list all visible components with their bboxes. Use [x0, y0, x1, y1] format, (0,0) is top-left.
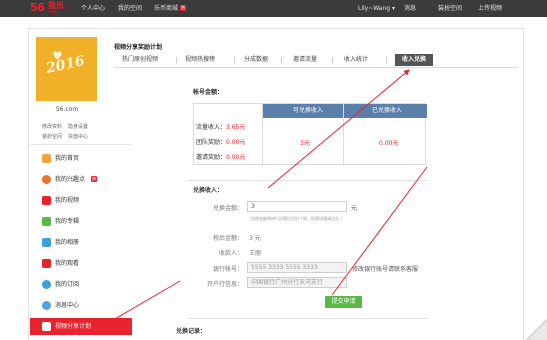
amount-input[interactable]: 3	[247, 201, 347, 212]
amount-hint: （兑换金额将进行扣税后代扣个税，扣税详情请点击 ）	[247, 216, 345, 221]
sidebar-item-label: 我的相册	[55, 239, 80, 246]
nav-decorate-space[interactable]: 装扮空间	[438, 4, 462, 13]
sidebar-item-videos[interactable]: 我的视频	[30, 192, 132, 209]
nav-messages[interactable]: 消息	[404, 4, 416, 13]
sidebar-item-label: 我的首页	[55, 155, 80, 162]
decorate-space-link[interactable]: 装扮空间	[42, 133, 62, 140]
tab-revenue-share-data[interactable]: 分成数据	[244, 56, 268, 64]
table-row: 邀请奖励：0.00元	[196, 152, 245, 161]
subscribe-icon	[42, 280, 51, 289]
bank-account-note: 修改银行账号请联系客服	[352, 266, 419, 273]
sidebar-item-home[interactable]: 我的首页	[30, 150, 132, 167]
nav-personal-center[interactable]: 个人中心	[81, 4, 105, 13]
user-avatar[interactable]: ♥ 2016	[36, 37, 97, 101]
user-menu[interactable]: Lily~Wang ▾	[358, 4, 395, 13]
sidebar-item-label: 我的专辑	[55, 218, 80, 225]
bank-account-label: 银行帐号：	[212, 266, 243, 273]
amount-unit: 元	[351, 205, 358, 212]
avatar-text: 2016	[44, 53, 87, 77]
sidebar-item-label: 我的观看	[55, 260, 80, 267]
tab-hot-original-videos[interactable]: 热门原创视频	[122, 56, 158, 64]
page-curl-icon	[525, 318, 547, 340]
table-header: 可兑换收入 已兑换收入	[262, 104, 427, 118]
sidebar-item-history[interactable]: 我的观看	[30, 255, 132, 272]
after-tax-label: 税后金额：	[212, 235, 243, 242]
nav-my-space[interactable]: 我的空间	[118, 4, 142, 13]
tabs-underline	[114, 67, 518, 68]
tab-divider	[234, 57, 235, 64]
tab-divider	[176, 57, 177, 64]
payee-value: 王丽	[249, 250, 262, 257]
row-label: 邀请奖励：	[196, 154, 227, 161]
site-logo[interactable]: 56 我乐 .com	[30, 1, 74, 16]
table-row: 流量收入：3.65元	[196, 122, 245, 131]
row-label: 团队奖励：	[196, 139, 227, 146]
table-row: 团队奖励：0.00元	[196, 137, 245, 146]
table-divider	[343, 104, 344, 166]
nav-upload-video[interactable]: 上传视频	[478, 4, 502, 13]
message-icon	[42, 301, 51, 310]
recharge-center-link[interactable]: 充值中心	[68, 133, 88, 140]
sidebar-item-share-plan[interactable]: 视频分享计划	[30, 318, 132, 335]
tab-divider	[386, 57, 387, 64]
bank-account-field: 5555 3333 5555 3333	[247, 262, 347, 273]
section-divider	[188, 180, 428, 181]
exchange-income-title: 兑换收入：	[193, 187, 224, 194]
nav-coin-mall[interactable]: 乐币商城热	[154, 4, 187, 13]
hot-badge: 热	[91, 176, 97, 182]
column-header-redeemable: 可兑换收入	[293, 107, 324, 114]
sidebar-item-messages[interactable]: 消息中心	[30, 297, 132, 314]
tab-video-trending[interactable]: 视频热搜榜	[185, 56, 215, 64]
hot-badge: 热	[180, 5, 187, 11]
sidebar-item-label: 消息中心	[55, 302, 80, 309]
tab-divider	[332, 57, 333, 64]
section-divider	[188, 318, 428, 319]
sidebar-item-label: 我的订阅	[55, 281, 80, 288]
submit-application-button[interactable]: 提交申请	[325, 296, 362, 308]
column-header-redeemed: 已兑换收入	[372, 107, 403, 114]
username: 56.com	[55, 106, 79, 113]
interest-icon	[42, 175, 51, 184]
account-amount-title: 帐号金额：	[193, 89, 224, 96]
photo-icon	[42, 238, 51, 247]
privacy-settings-link[interactable]: 隐身设置	[68, 123, 88, 130]
tab-invite-traffic[interactable]: 邀请流量	[293, 56, 317, 64]
table-divider	[262, 104, 263, 166]
redeemed-amount: 0.00元	[379, 140, 399, 147]
share-icon	[42, 322, 51, 331]
tab-income-exchange[interactable]: 收入兑换	[395, 54, 433, 66]
logo-number: 56	[30, 1, 45, 14]
sidebar-item-subscriptions[interactable]: 我的订阅	[30, 276, 132, 293]
tab-divider	[281, 57, 282, 64]
sidebar-item-interests[interactable]: 我的兴趣点 热	[30, 171, 132, 188]
row-label: 流量收入：	[196, 124, 227, 131]
sidebar-item-photos[interactable]: 我的相册	[30, 234, 132, 251]
top-navigation-bar: 56 我乐 .com 个人中心 我的空间 乐币商城热 Lily~Wang ▾ 消…	[0, 0, 547, 17]
album-icon	[42, 217, 51, 226]
bank-branch-label: 开户行信息：	[206, 281, 243, 288]
nav-coin-mall-label: 乐币商城	[154, 5, 179, 12]
page-title: 视频分享奖励计划	[114, 44, 163, 51]
sidebar-item-label: 我的兴趣点	[55, 176, 86, 183]
exchange-records-title: 兑换记录：	[176, 328, 207, 335]
video-icon	[42, 196, 51, 205]
edit-profile-link[interactable]: 修改资料	[42, 123, 62, 130]
home-icon	[42, 154, 51, 163]
row-value: 0.00元	[226, 154, 246, 161]
sidebar-divider	[30, 144, 132, 145]
sidebar-item-albums[interactable]: 我的专辑	[30, 213, 132, 230]
logo-domain: .com	[48, 9, 58, 14]
sidebar-item-label: 视频分享计划	[55, 323, 92, 330]
after-tax-value: 3 元	[249, 235, 261, 242]
income-table: 可兑换收入 已兑换收入 流量收入：3.65元 团队奖励：0.00元 邀请奖励：0…	[193, 103, 427, 166]
bank-branch-field: 中国银行广州分行天河支行	[247, 277, 347, 288]
payee-label: 收款人：	[218, 250, 243, 257]
redeemable-amount: 3元	[300, 140, 310, 147]
sidebar-item-label: 我的视频	[55, 197, 80, 204]
row-value: 3.65元	[226, 124, 246, 131]
row-value: 0.00元	[226, 139, 246, 146]
tab-income-stats[interactable]: 收入统计	[344, 56, 368, 64]
history-icon	[42, 259, 51, 268]
amount-label: 兑换金额：	[212, 205, 243, 212]
